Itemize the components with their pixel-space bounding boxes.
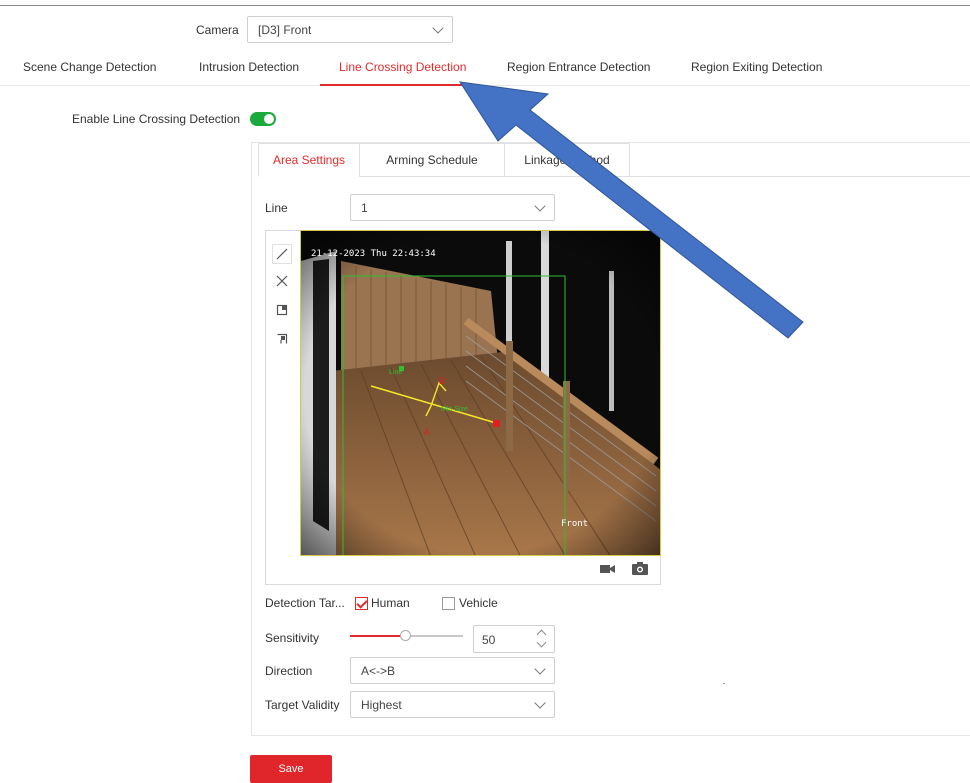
save-button[interactable]: Save <box>250 755 332 783</box>
detection-target-label: Detection Tar... <box>265 596 345 610</box>
sensitivity-value: 50 <box>482 633 496 647</box>
enable-line-crossing-toggle[interactable] <box>250 112 276 126</box>
max-size-icon[interactable] <box>272 300 292 320</box>
tab-arming-schedule[interactable]: Arming Schedule <box>359 143 505 177</box>
record-icon[interactable] <box>600 563 616 575</box>
camera-preview[interactable]: 21-12-2023 Thu 22:43:34 Front A B Line M… <box>300 230 661 556</box>
subtab-divider <box>629 176 970 177</box>
clear-icon[interactable] <box>272 271 292 291</box>
line-select[interactable]: 1 <box>350 194 555 221</box>
target-validity-label: Target Validity <box>265 698 340 712</box>
enable-line-crossing-label: Enable Line Crossing Detection <box>72 112 241 126</box>
tab-scene-change-detection[interactable]: Scene Change Detection <box>23 60 156 74</box>
vehicle-checkbox[interactable] <box>442 597 455 610</box>
tab-line-crossing-detection[interactable]: Line Crossing Detection <box>339 60 466 74</box>
sensitivity-slider-track[interactable] <box>406 635 463 637</box>
sensitivity-slider-fill <box>350 635 406 637</box>
human-checkbox[interactable] <box>355 597 368 610</box>
top-divider <box>0 5 970 6</box>
sensitivity-slider-handle[interactable] <box>400 630 411 641</box>
direction-select[interactable]: A<->B <box>350 657 555 684</box>
camera-select[interactable]: [D3] Front <box>247 16 453 43</box>
tab-intrusion-detection[interactable]: Intrusion Detection <box>199 60 299 74</box>
chevron-down-icon[interactable] <box>536 637 547 648</box>
line-tag: Line <box>389 369 403 376</box>
size-tag: Min Size <box>441 406 468 413</box>
camera-label: Camera <box>196 23 239 37</box>
draw-line-icon[interactable] <box>272 244 292 264</box>
human-label: Human <box>371 596 410 610</box>
chevron-down-icon <box>534 696 546 709</box>
tab-linkage-method[interactable]: Linkage Method <box>504 143 630 177</box>
sensitivity-label: Sensitivity <box>265 631 320 645</box>
chevron-down-icon <box>534 199 546 212</box>
line-select-value: 1 <box>361 200 368 215</box>
camera-image <box>301 231 660 555</box>
video-camera-name: Front <box>561 519 589 529</box>
target-validity-select-value: Highest <box>361 697 402 712</box>
target-validity-select[interactable]: Highest <box>350 691 555 718</box>
direction-select-value: A<->B <box>361 663 396 678</box>
video-timestamp: 21-12-2023 Thu 22:43:34 <box>311 249 436 259</box>
tab-region-exiting-detection[interactable]: Region Exiting Detection <box>691 60 822 74</box>
tab-area-settings[interactable]: Area Settings <box>258 143 360 177</box>
tab-region-entrance-detection[interactable]: Region Entrance Detection <box>507 60 650 74</box>
chevron-down-icon <box>432 21 444 34</box>
sensitivity-stepper[interactable]: 50 <box>473 625 555 653</box>
camera-select-value: [D3] Front <box>258 22 312 37</box>
active-tab-indicator <box>320 84 474 86</box>
chevron-down-icon <box>534 662 546 675</box>
toggle-knob <box>264 114 274 124</box>
min-size-icon[interactable] <box>272 329 292 349</box>
direction-label: Direction <box>265 664 313 678</box>
line-point-b-label: B <box>439 376 446 386</box>
snapshot-icon[interactable] <box>632 561 648 575</box>
vehicle-label: Vehicle <box>459 596 498 610</box>
stray-dot <box>723 683 725 684</box>
line-point-a-label: A <box>424 427 431 437</box>
tabs-divider <box>0 85 970 86</box>
line-label: Line <box>265 201 288 215</box>
